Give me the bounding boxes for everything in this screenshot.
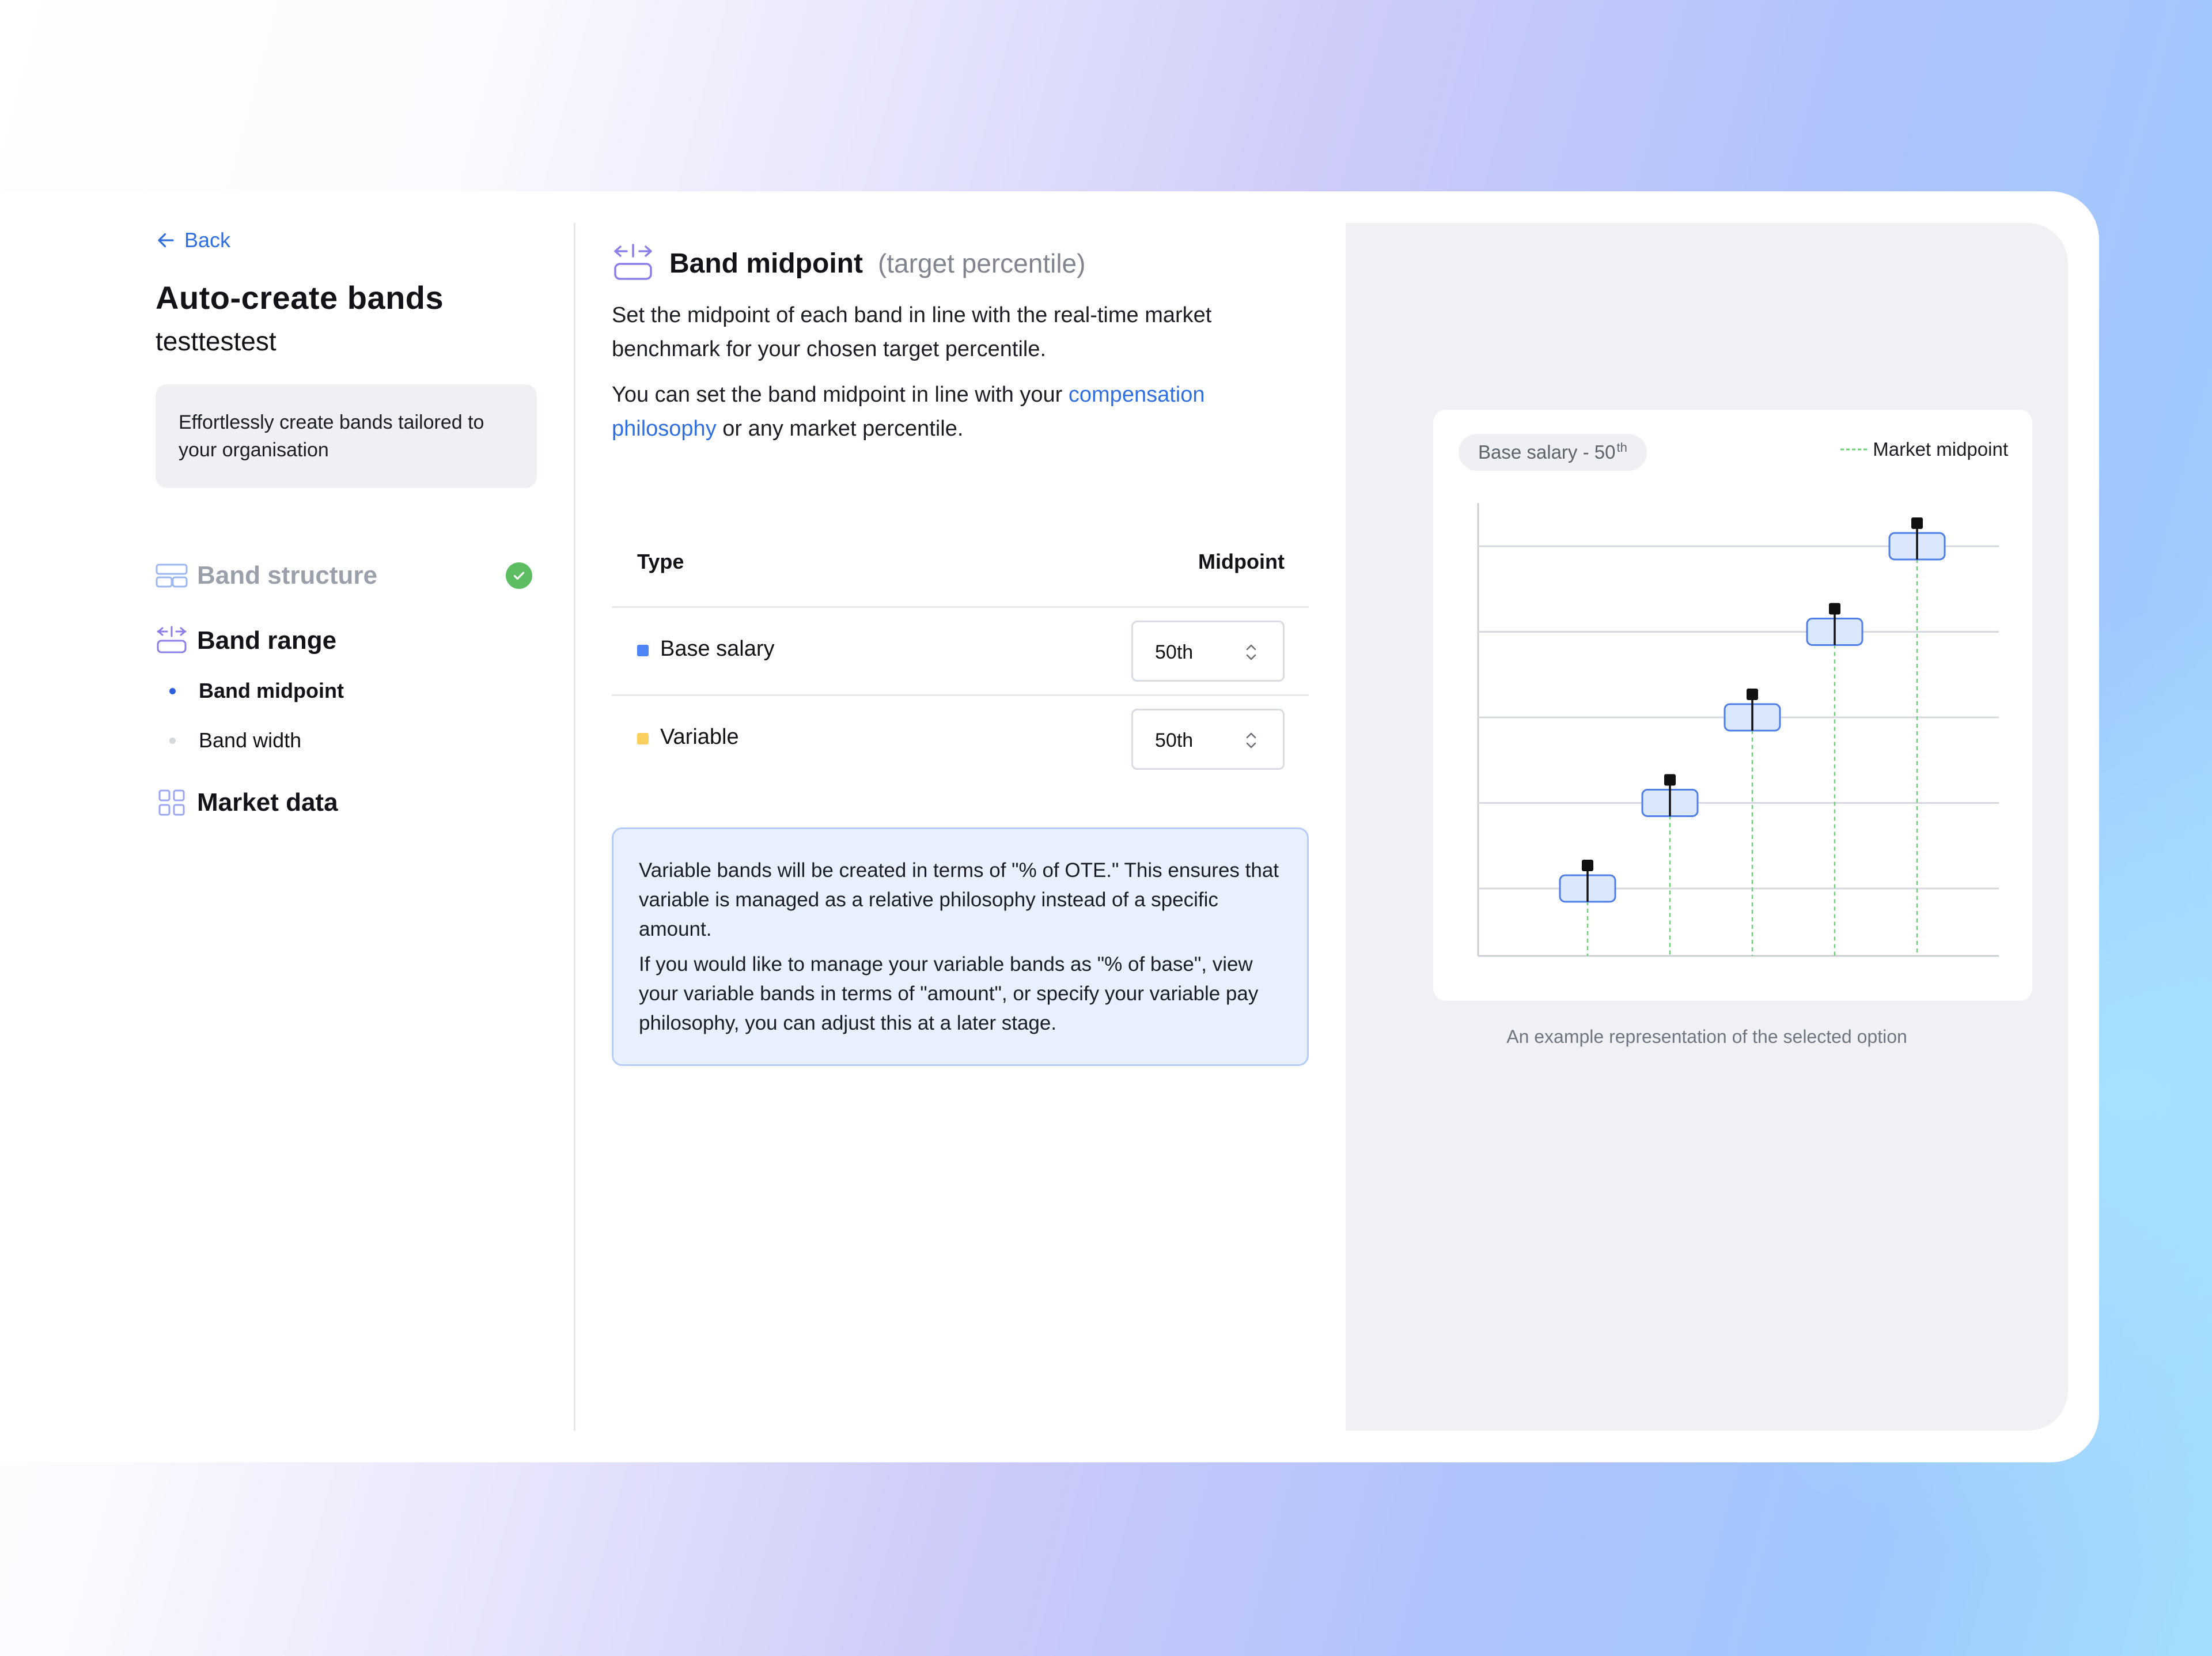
chevron-updown-icon [1246, 732, 1256, 748]
select-value: 50th [1155, 729, 1194, 751]
color-swatch [637, 733, 649, 744]
intro-box: Effortlessly create bands tailored to yo… [156, 384, 537, 488]
band-range-icon [156, 625, 188, 657]
band-midpoint-icon [612, 243, 654, 283]
note-paragraph-1: Variable bands will be created in terms … [639, 859, 1279, 940]
select-value: 50th [1155, 641, 1194, 663]
color-swatch [637, 645, 649, 656]
substep-band-width[interactable]: Band width [169, 728, 301, 753]
band-preview-chart [1477, 503, 1999, 957]
midpoint-select-variable[interactable]: 50th [1131, 709, 1285, 770]
preview-chart-card: Base salary - 50th Market midpoint [1433, 410, 2032, 1001]
note-paragraph-2: If you would like to manage your variabl… [639, 953, 1259, 1034]
row-type: Base salary [660, 637, 775, 661]
variable-info-note: Variable bands will be created in terms … [612, 827, 1309, 1066]
wizard-sidebar: Back Auto-create bands testtestest Effor… [156, 226, 537, 816]
band-structure-icon [156, 559, 188, 592]
active-dot [169, 687, 176, 694]
table-header: Type Midpoint [612, 520, 1309, 608]
table-row: Base salary 50th [612, 608, 1309, 696]
page-subtitle: testtestest [156, 326, 276, 356]
para-prefix: You can set the band midpoint in line wi… [612, 383, 1063, 407]
step-market-data[interactable]: Market data [156, 787, 537, 819]
step-band-structure[interactable]: Band structure [156, 559, 537, 592]
chevron-updown-icon [1246, 644, 1256, 660]
substep-band-midpoint[interactable]: Band midpoint [169, 679, 344, 703]
back-label: Back [184, 228, 231, 252]
band-midpoint-marker [1747, 689, 1758, 700]
check-circle-icon [506, 562, 532, 589]
midpoint-table: Type Midpoint Base salary 50th Variable … [612, 520, 1309, 782]
page-title: Auto-create bands [156, 279, 444, 316]
main-card: Back Auto-create bands testtestest Effor… [0, 191, 2099, 1462]
band-midpoint-marker [1829, 603, 1840, 615]
column-header-midpoint: Midpoint [1198, 550, 1285, 573]
section-title-qualifier: (target percentile) [877, 248, 1086, 278]
preview-caption: An example representation of the selecte… [1506, 1026, 1907, 1047]
section-description-2: You can set the band midpoint in line wi… [612, 378, 1309, 446]
column-divider [574, 223, 575, 1431]
section-description: Set the midpoint of each band in line wi… [612, 303, 1212, 361]
preview-panel: Base salary - 50th Market midpoint An ex… [1346, 223, 2068, 1431]
inactive-dot [169, 737, 176, 744]
para-suffix: or any market percentile. [722, 417, 964, 441]
band-midpoint-marker [1664, 774, 1676, 786]
back-link[interactable]: Back [156, 226, 537, 255]
substep-label: Band midpoint [199, 679, 344, 702]
step-band-range[interactable]: Band range [156, 625, 537, 657]
band-midpoint-marker [1582, 860, 1593, 871]
section-title: Band midpoint [669, 248, 863, 279]
substep-label: Band width [199, 728, 302, 752]
grid-icon [156, 787, 188, 819]
step-label: Market data [197, 788, 338, 816]
intro-text: Effortlessly create bands tailored to yo… [179, 411, 484, 461]
section-header: Band midpoint (target percentile) [612, 243, 1309, 283]
table-row: Variable 50th [612, 696, 1309, 782]
arrow-left-icon [158, 233, 174, 248]
midpoint-select-base-salary[interactable]: 50th [1131, 621, 1285, 682]
column-header-type: Type [637, 550, 684, 573]
row-type: Variable [660, 725, 739, 749]
main-panel: Band midpoint (target percentile) Set th… [612, 243, 1309, 1066]
step-label: Band structure [197, 561, 377, 589]
step-label: Band range [197, 626, 337, 655]
band-midpoint-marker [1911, 517, 1923, 529]
